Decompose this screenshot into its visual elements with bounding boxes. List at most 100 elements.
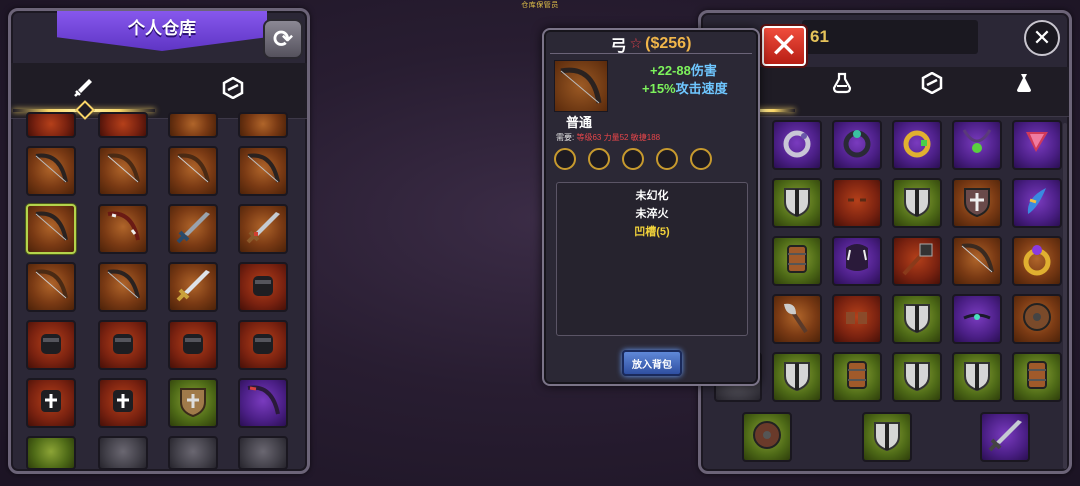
storage-title: 个人仓库	[57, 11, 267, 51]
storage-slot[interactable]	[168, 204, 218, 254]
bow-icon	[102, 264, 144, 310]
inventory-slot[interactable]	[1012, 178, 1062, 228]
item-header: 弓 ☆ ($256)	[550, 34, 752, 55]
storage-slot[interactable]	[238, 204, 288, 254]
close-panel-button[interactable]: ✕	[1024, 20, 1060, 56]
inventory-slot[interactable]	[892, 352, 942, 402]
inventory-slot[interactable]	[952, 120, 1002, 170]
damage-unit: 伤害	[690, 63, 717, 78]
inventory-slot[interactable]	[772, 120, 822, 170]
axe-icon	[776, 296, 818, 342]
ring-icon	[776, 122, 818, 168]
sword-icon	[172, 206, 214, 252]
storage-slot[interactable]	[98, 112, 148, 138]
gloves-icon	[836, 180, 878, 226]
ring-icon	[836, 122, 878, 168]
requirements-label: 需要:	[556, 133, 575, 142]
inventory-slot[interactable]	[892, 178, 942, 228]
inventory-slot[interactable]	[952, 294, 1002, 344]
storage-slot[interactable]	[98, 436, 148, 470]
boots-icon	[836, 296, 878, 342]
storage-slot[interactable]	[26, 146, 76, 196]
storage-slot[interactable]	[238, 262, 288, 312]
storage-slot[interactable]	[238, 112, 288, 138]
amulet-icon	[1016, 122, 1058, 168]
tab-potions[interactable]	[826, 70, 858, 102]
gem-socket	[622, 148, 644, 170]
close-tooltip-button[interactable]: ✕	[762, 26, 806, 66]
refresh-button[interactable]: ⟳	[263, 19, 303, 59]
storage-slot[interactable]	[26, 378, 76, 428]
item-properties: 未幻化 未淬火 凹槽(5)	[556, 182, 748, 336]
storage-slot[interactable]	[168, 378, 218, 428]
item-image	[554, 60, 608, 112]
inventory-slot[interactable]	[1012, 120, 1062, 170]
storage-slot[interactable]	[98, 320, 148, 370]
inventory-slot[interactable]	[832, 294, 882, 344]
inventory-slot[interactable]	[742, 412, 792, 462]
storage-slot[interactable]	[238, 378, 288, 428]
close-icon: ✕	[1032, 25, 1052, 50]
storage-scrollbar-track[interactable]	[307, 129, 310, 473]
inventory-slot[interactable]	[772, 178, 822, 228]
gold-display: 61	[802, 20, 978, 54]
inventory-slot[interactable]	[892, 120, 942, 170]
inventory-slot[interactable]	[952, 178, 1002, 228]
storage-slot[interactable]	[168, 320, 218, 370]
storage-slot[interactable]	[26, 320, 76, 370]
bag-icon	[1013, 72, 1035, 100]
favorite-star-icon[interactable]: ☆	[630, 35, 643, 52]
property-line: 未幻化	[635, 190, 669, 202]
gold-amount: 61	[810, 27, 829, 46]
amulet-icon	[956, 296, 998, 342]
storage-slot[interactable]	[238, 320, 288, 370]
attack-speed-stat: +15%攻击速度	[642, 78, 728, 97]
inventory-slot[interactable]	[862, 412, 912, 462]
gem-socket	[588, 148, 610, 170]
inventory-slot[interactable]	[952, 352, 1002, 402]
inventory-slot[interactable]	[772, 236, 822, 286]
tab-bag[interactable]	[1008, 70, 1040, 102]
storage-slot[interactable]	[168, 146, 218, 196]
gloves-icon	[172, 322, 214, 368]
storage-slot[interactable]	[98, 378, 148, 428]
storage-slot[interactable]	[238, 436, 288, 470]
storage-slot[interactable]	[98, 146, 148, 196]
close-icon: ✕	[769, 27, 799, 65]
put-in-backpack-button[interactable]: 放入背包	[622, 350, 682, 376]
property-line: 凹槽(5)	[634, 226, 670, 238]
storage-slot[interactable]	[168, 262, 218, 312]
storage-slot[interactable]	[26, 436, 76, 470]
storage-slot[interactable]	[26, 112, 76, 138]
storage-slot[interactable]	[238, 146, 288, 196]
inventory-slot[interactable]	[1012, 294, 1062, 344]
requirement-agility: 敏捷188	[630, 133, 661, 142]
bow-icon	[30, 206, 72, 252]
inventory-scrollbar-track[interactable]	[1063, 123, 1067, 469]
inventory-slot[interactable]	[980, 412, 1030, 462]
inventory-slot[interactable]	[772, 352, 822, 402]
inventory-slot[interactable]	[772, 294, 822, 344]
inventory-slot[interactable]	[892, 236, 942, 286]
tab-gems-right[interactable]	[916, 70, 948, 102]
tab-gems[interactable]	[213, 71, 253, 111]
inventory-slot[interactable]	[952, 236, 1002, 286]
inventory-slot[interactable]	[1012, 352, 1062, 402]
storage-scrollbar-thumb[interactable]	[307, 257, 310, 345]
inventory-slot[interactable]	[832, 178, 882, 228]
inventory-slot[interactable]	[1012, 236, 1062, 286]
storage-slot[interactable]	[98, 262, 148, 312]
storage-slot[interactable]	[168, 112, 218, 138]
storage-slot-selected[interactable]	[26, 204, 76, 254]
refresh-icon: ⟳	[272, 25, 294, 53]
armor-cross-icon	[30, 380, 72, 426]
storage-slot[interactable]	[98, 204, 148, 254]
inventory-slot[interactable]	[892, 294, 942, 344]
storage-slot[interactable]	[26, 262, 76, 312]
inventory-slot[interactable]	[832, 352, 882, 402]
damage-value: +22-88	[650, 63, 691, 78]
storage-slot[interactable]	[168, 436, 218, 470]
inventory-slot[interactable]	[832, 236, 882, 286]
shield-icon	[896, 354, 938, 400]
inventory-slot[interactable]	[832, 120, 882, 170]
